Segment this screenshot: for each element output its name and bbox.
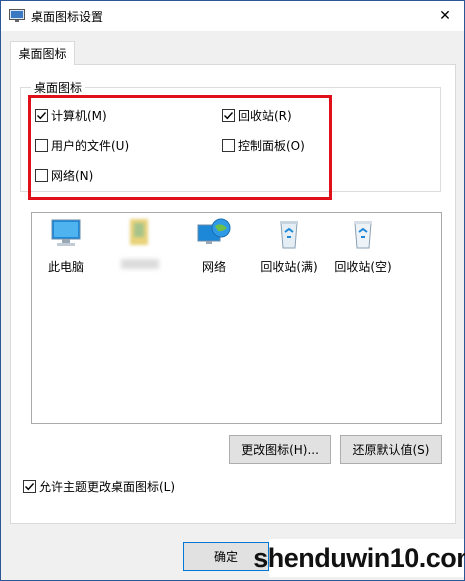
close-button[interactable]: ✕ (426, 1, 464, 31)
window-title: 桌面图标设置 (31, 10, 104, 24)
checkbox-box[interactable] (23, 480, 36, 493)
tab-desktop-icons[interactable]: 桌面图标 (10, 41, 75, 65)
icon-item-this-pc[interactable]: 此电脑 (34, 217, 98, 275)
icon-label: 回收站(空) (334, 260, 392, 274)
check-icon (25, 483, 35, 491)
icon-item-recycle-bin-full[interactable]: 回收站(满) (257, 217, 321, 275)
change-icon-button[interactable]: 更改图标(H)... (229, 435, 331, 464)
checkbox-label: 允许主题更改桌面图标(L) (39, 480, 176, 494)
icon-label: 回收站(满) (260, 260, 318, 274)
icon-item-user-files[interactable] (108, 217, 172, 272)
recycle-bin-full-icon (280, 221, 298, 249)
icon-item-network[interactable]: 网络 (182, 217, 246, 275)
icon-list[interactable]: 此电脑 网络 回收站(满) 回收站(空) (31, 212, 442, 424)
icon-label: 网络 (201, 260, 226, 274)
desktop-settings-icon (9, 9, 25, 22)
desktop-icon-settings-dialog: 桌面图标设置 ✕ 桌面图标 桌面图标 计算机(M) 回收站(R) 用户的文件(U… (0, 0, 465, 581)
icon-item-recycle-bin-empty[interactable]: 回收站(空) (331, 217, 395, 275)
icon-label-blurred (108, 258, 172, 272)
close-icon: ✕ (439, 8, 451, 24)
recycle-bin-empty-icon (354, 221, 372, 249)
group-legend: 桌面图标 (31, 79, 86, 96)
watermark-text: shenduwin10.com (253, 539, 465, 577)
user-folder-icon (130, 219, 148, 245)
icon-label: 此电脑 (47, 260, 84, 274)
restore-default-button[interactable]: 还原默认值(S) (340, 435, 442, 464)
computer-icon (51, 219, 81, 246)
red-highlight-box (28, 95, 332, 200)
checkbox-allow-themes[interactable]: 允许主题更改桌面图标(L) (23, 478, 175, 495)
network-icon (197, 218, 231, 244)
title-bar: 桌面图标设置 ✕ (1, 1, 464, 31)
